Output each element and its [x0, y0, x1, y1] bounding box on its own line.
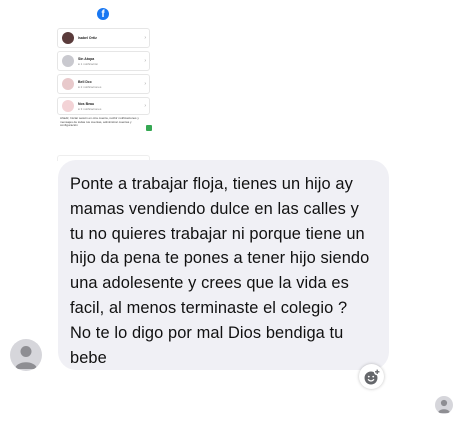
account-status: ● 1 notificación	[78, 61, 99, 66]
shared-post-preview[interactable]: Isabel Ortiz › Sin Atopa ● 1 notificació…	[57, 28, 152, 168]
sender-avatar-icon[interactable]	[10, 339, 42, 371]
account-status: ● 2 notificaciones	[78, 84, 102, 89]
seen-avatar-icon	[435, 396, 453, 414]
status-indicator	[146, 125, 152, 131]
account-row[interactable]: Isabel Ortiz ›	[57, 28, 150, 48]
add-reaction-icon[interactable]	[359, 364, 384, 389]
account-photo	[62, 78, 74, 90]
chevron-right-icon: ›	[144, 58, 146, 64]
account-name: Isabel Ortiz	[78, 35, 97, 40]
facebook-logo-icon: f	[97, 8, 109, 20]
account-photo	[62, 100, 74, 112]
account-photo	[62, 32, 74, 44]
fine-print: Añadir, Iniciar sesión en otra cuenta, r…	[60, 116, 139, 128]
account-row[interactable]: Nos Beau ● 3 notificaciones ›	[57, 97, 150, 115]
account-row[interactable]: Bell Dcc ● 2 notificaciones ›	[57, 74, 150, 94]
account-row[interactable]: Sin Atopa ● 1 notificación ›	[57, 51, 150, 71]
account-photo	[62, 55, 74, 67]
message-text: Ponte a trabajar floja, tienes un hijo a…	[70, 175, 370, 367]
message-bubble[interactable]: Ponte a trabajar floja, tienes un hijo a…	[58, 160, 389, 370]
chevron-right-icon: ›	[144, 103, 146, 109]
account-status: ● 3 notificaciones	[78, 106, 102, 111]
chevron-right-icon: ›	[144, 81, 146, 87]
chevron-right-icon: ›	[144, 35, 146, 41]
